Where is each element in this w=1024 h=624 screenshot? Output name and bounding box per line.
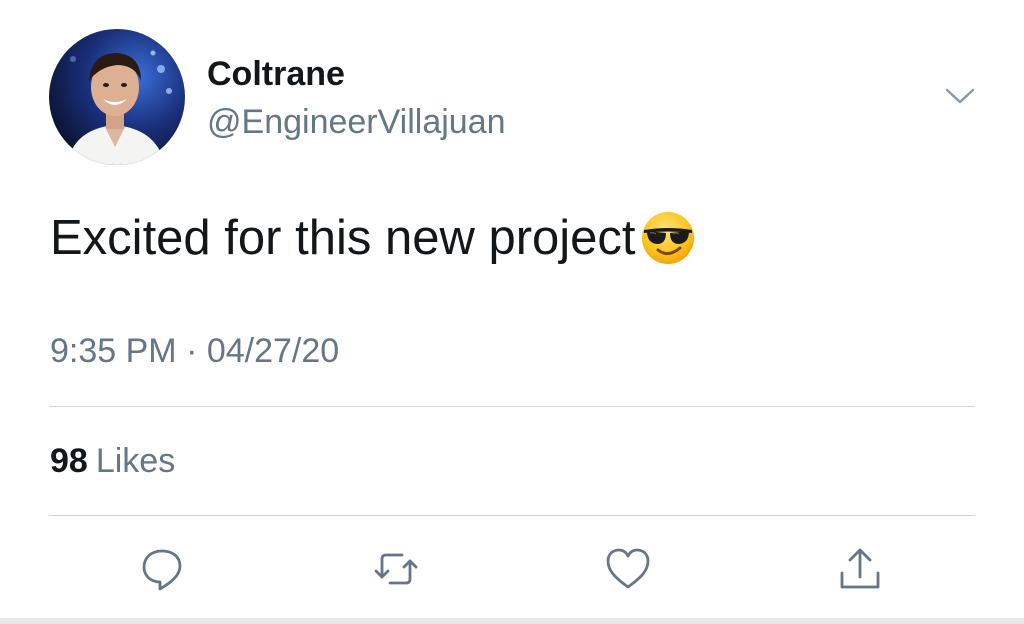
- display-name[interactable]: Coltrane: [207, 55, 345, 94]
- divider: [49, 406, 975, 407]
- tweet-timestamp[interactable]: 9:35 PM · 04/27/20: [50, 332, 339, 371]
- heart-icon: [606, 548, 650, 589]
- tweet-text: Excited for this new project: [50, 210, 696, 266]
- user-handle[interactable]: @EngineerVillajuan: [207, 103, 506, 142]
- divider: [49, 515, 975, 516]
- reply-icon: [142, 549, 182, 591]
- likes-count: 98: [50, 442, 88, 480]
- share-button[interactable]: [835, 544, 885, 594]
- like-button[interactable]: [603, 544, 653, 594]
- retweet-button[interactable]: [371, 544, 421, 594]
- chevron-down-icon[interactable]: [943, 84, 977, 108]
- likes-summary[interactable]: 98 Likes: [50, 442, 175, 481]
- reply-button[interactable]: [137, 544, 187, 594]
- share-icon: [840, 548, 880, 589]
- tweet-body: Excited for this new project: [50, 211, 636, 265]
- bottom-edge: [0, 618, 1024, 624]
- sunglasses-emoji-icon: [640, 210, 696, 266]
- avatar[interactable]: [49, 29, 185, 165]
- retweet-icon: [374, 553, 418, 585]
- likes-label: Likes: [95, 442, 176, 480]
